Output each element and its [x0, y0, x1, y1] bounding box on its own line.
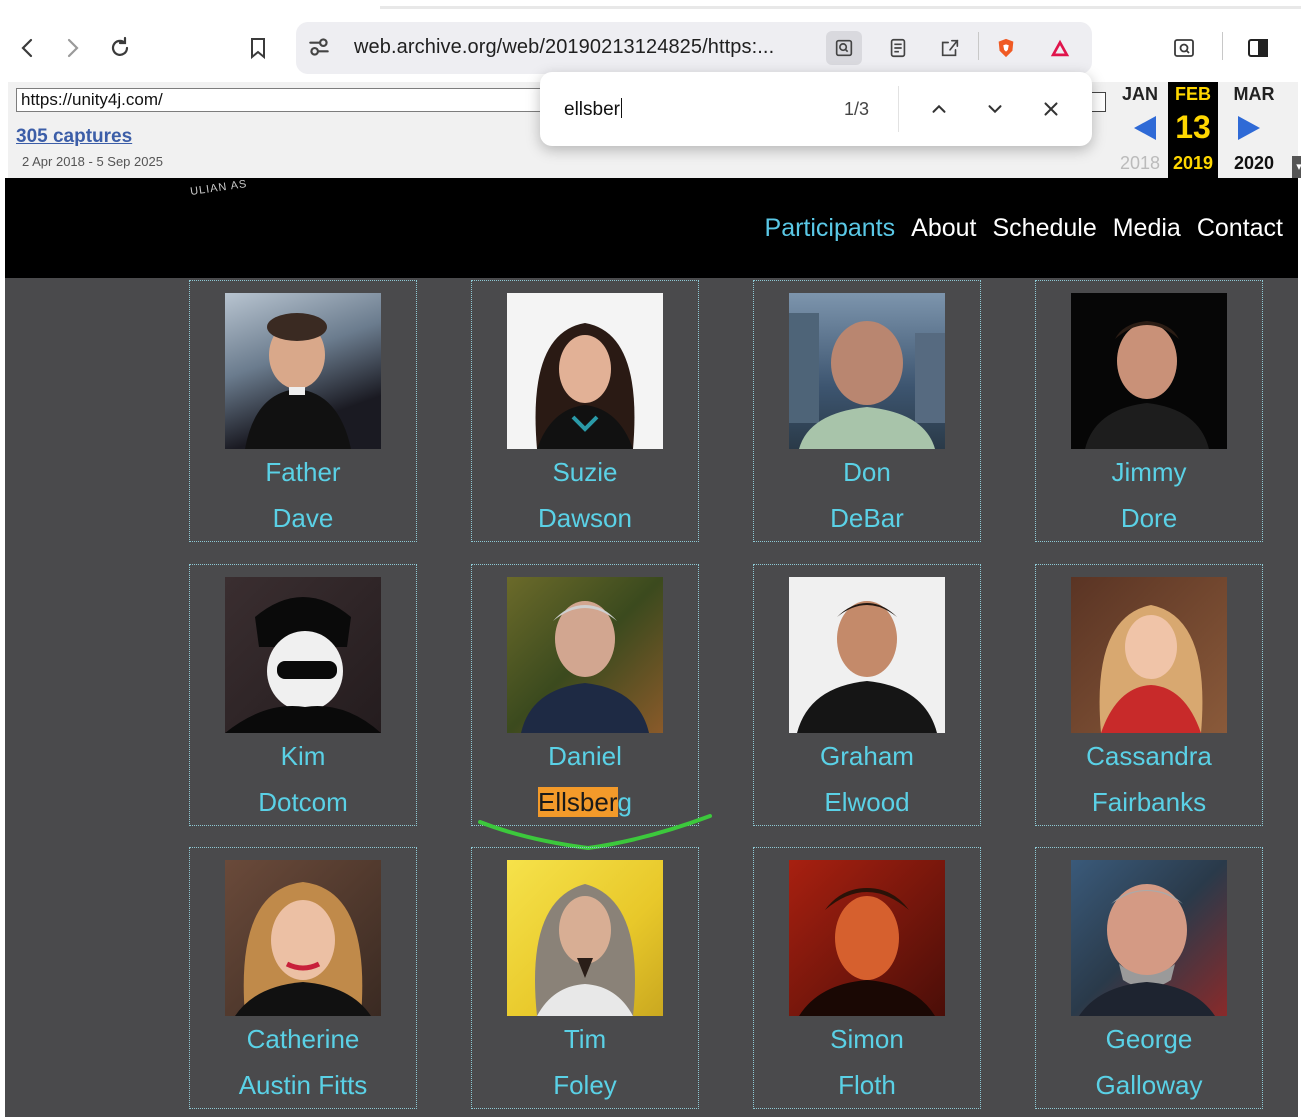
- participant-first-name[interactable]: Suzie: [472, 457, 698, 488]
- participant-last-name[interactable]: Floth: [754, 1070, 980, 1101]
- participant-last-name[interactable]: Dawson: [472, 503, 698, 534]
- wayback-url-input[interactable]: https://unity4j.com/: [16, 88, 572, 112]
- sidebar-toggle-icon[interactable]: [1244, 34, 1272, 62]
- participant-photo[interactable]: [789, 860, 945, 1016]
- participant-last-name[interactable]: Dave: [190, 503, 416, 534]
- screenshot-search-icon[interactable]: [1170, 34, 1198, 62]
- participant-card[interactable]: Cassandra Fairbanks: [1035, 564, 1263, 826]
- participant-last-name[interactable]: Dore: [1036, 503, 1262, 534]
- nav-schedule[interactable]: Schedule: [992, 214, 1096, 243]
- wayback-expand-icon[interactable]: ▾: [1292, 156, 1301, 178]
- nav-contact[interactable]: Contact: [1197, 214, 1283, 243]
- current-day: 13: [1175, 109, 1211, 145]
- find-close-icon[interactable]: [1036, 94, 1066, 124]
- participant-first-name[interactable]: Daniel: [472, 741, 698, 772]
- wayback-checkbox[interactable]: [1090, 92, 1106, 112]
- find-input[interactable]: ellsber: [564, 98, 622, 121]
- next-month: MAR: [1233, 84, 1275, 104]
- participant-card[interactable]: Tim Foley: [471, 847, 699, 1109]
- participant-photo[interactable]: [1071, 860, 1227, 1016]
- participant-photo[interactable]: [507, 293, 663, 449]
- window-top-strip: [0, 0, 1301, 9]
- find-in-page-icon[interactable]: [826, 31, 862, 65]
- address-bar[interactable]: web.archive.org/web/20190213124825/https…: [296, 22, 1092, 74]
- participant-last-name[interactable]: Austin Fitts: [190, 1070, 416, 1101]
- participant-first-name[interactable]: Tim: [472, 1024, 698, 1055]
- bookmark-icon[interactable]: [244, 34, 272, 62]
- nav-media[interactable]: Media: [1113, 214, 1181, 243]
- participant-first-name[interactable]: Kim: [190, 741, 416, 772]
- participant-photo[interactable]: [789, 293, 945, 449]
- find-next-chevron-down-icon[interactable]: [980, 94, 1010, 124]
- participant-card[interactable]: Graham Elwood: [753, 564, 981, 826]
- participant-photo[interactable]: [225, 293, 381, 449]
- participant-first-name[interactable]: Graham: [754, 741, 980, 772]
- find-bar: ellsber 1/3: [540, 72, 1092, 146]
- participant-last-name[interactable]: DeBar: [754, 503, 980, 534]
- site-settings-icon[interactable]: [306, 34, 332, 60]
- prev-capture-arrow-icon[interactable]: [1134, 116, 1156, 140]
- calendar-current: FEB 13 2019: [1168, 82, 1218, 178]
- participant-first-name[interactable]: Don: [754, 457, 980, 488]
- participant-last-name[interactable]: Dotcom: [190, 787, 416, 818]
- reload-icon[interactable]: [106, 34, 134, 62]
- participant-last-name[interactable]: Elwood: [754, 787, 980, 818]
- next-year[interactable]: 2020: [1222, 153, 1286, 174]
- participant-first-name[interactable]: Cassandra: [1036, 741, 1262, 772]
- participant-photo[interactable]: [1071, 577, 1227, 733]
- find-prev-chevron-up-icon[interactable]: [924, 94, 954, 124]
- calendar-next[interactable]: MAR 2020: [1222, 82, 1286, 178]
- captures-link[interactable]: 305 captures: [16, 126, 132, 148]
- brave-rewards-icon[interactable]: [1042, 31, 1078, 65]
- participant-photo[interactable]: [507, 860, 663, 1016]
- participant-photo[interactable]: [225, 577, 381, 733]
- participant-photo[interactable]: [789, 577, 945, 733]
- participant-card[interactable]: George Galloway: [1035, 847, 1263, 1109]
- url-text[interactable]: web.archive.org/web/20190213124825/https…: [354, 36, 774, 59]
- share-icon[interactable]: [932, 31, 968, 65]
- prev-year[interactable]: 2018: [1112, 153, 1168, 174]
- prev-month: JAN: [1121, 84, 1158, 104]
- participant-first-name[interactable]: George: [1036, 1024, 1262, 1055]
- find-separator: [898, 86, 899, 132]
- participant-last-name[interactable]: Foley: [472, 1070, 698, 1101]
- participant-card[interactable]: Jimmy Dore: [1035, 280, 1263, 542]
- find-match-count: 1/3: [844, 99, 870, 119]
- capture-range: 2 Apr 2018 - 5 Sep 2025: [22, 154, 163, 169]
- participant-photo[interactable]: [1071, 293, 1227, 449]
- forward-arrow-icon[interactable]: [58, 34, 86, 62]
- participant-first-name[interactable]: Catherine: [190, 1024, 416, 1055]
- back-arrow-icon[interactable]: [14, 34, 42, 62]
- participant-first-name[interactable]: Jimmy: [1036, 457, 1262, 488]
- participant-card[interactable]: Catherine Austin Fitts: [189, 847, 417, 1109]
- nav-about[interactable]: About: [911, 214, 976, 243]
- participant-card[interactable]: Kim Dotcom: [189, 564, 417, 826]
- participant-first-name[interactable]: Simon: [754, 1024, 980, 1055]
- participant-card[interactable]: Daniel Ellsberg: [471, 564, 699, 826]
- participant-last-name[interactable]: Fairbanks: [1036, 787, 1262, 818]
- participant-card[interactable]: Father Dave: [189, 280, 417, 542]
- participant-photo[interactable]: [507, 577, 663, 733]
- current-month: FEB: [1175, 84, 1211, 104]
- participant-first-name[interactable]: Father: [190, 457, 416, 488]
- current-year: 2019: [1172, 153, 1214, 173]
- urlbar-separator: [978, 32, 979, 60]
- participant-card[interactable]: Simon Floth: [753, 847, 981, 1109]
- reader-mode-icon[interactable]: [880, 31, 916, 65]
- nav-participants[interactable]: Participants: [765, 214, 896, 243]
- participant-last-name[interactable]: Galloway: [1036, 1070, 1262, 1101]
- participant-card[interactable]: Suzie Dawson: [471, 280, 699, 542]
- toolbar-separator: [1222, 32, 1223, 60]
- participant-card[interactable]: Don DeBar: [753, 280, 981, 542]
- participant-photo[interactable]: [225, 860, 381, 1016]
- site-nav: Participants About Schedule Media Contac…: [765, 214, 1283, 243]
- brave-shield-icon[interactable]: [988, 31, 1024, 65]
